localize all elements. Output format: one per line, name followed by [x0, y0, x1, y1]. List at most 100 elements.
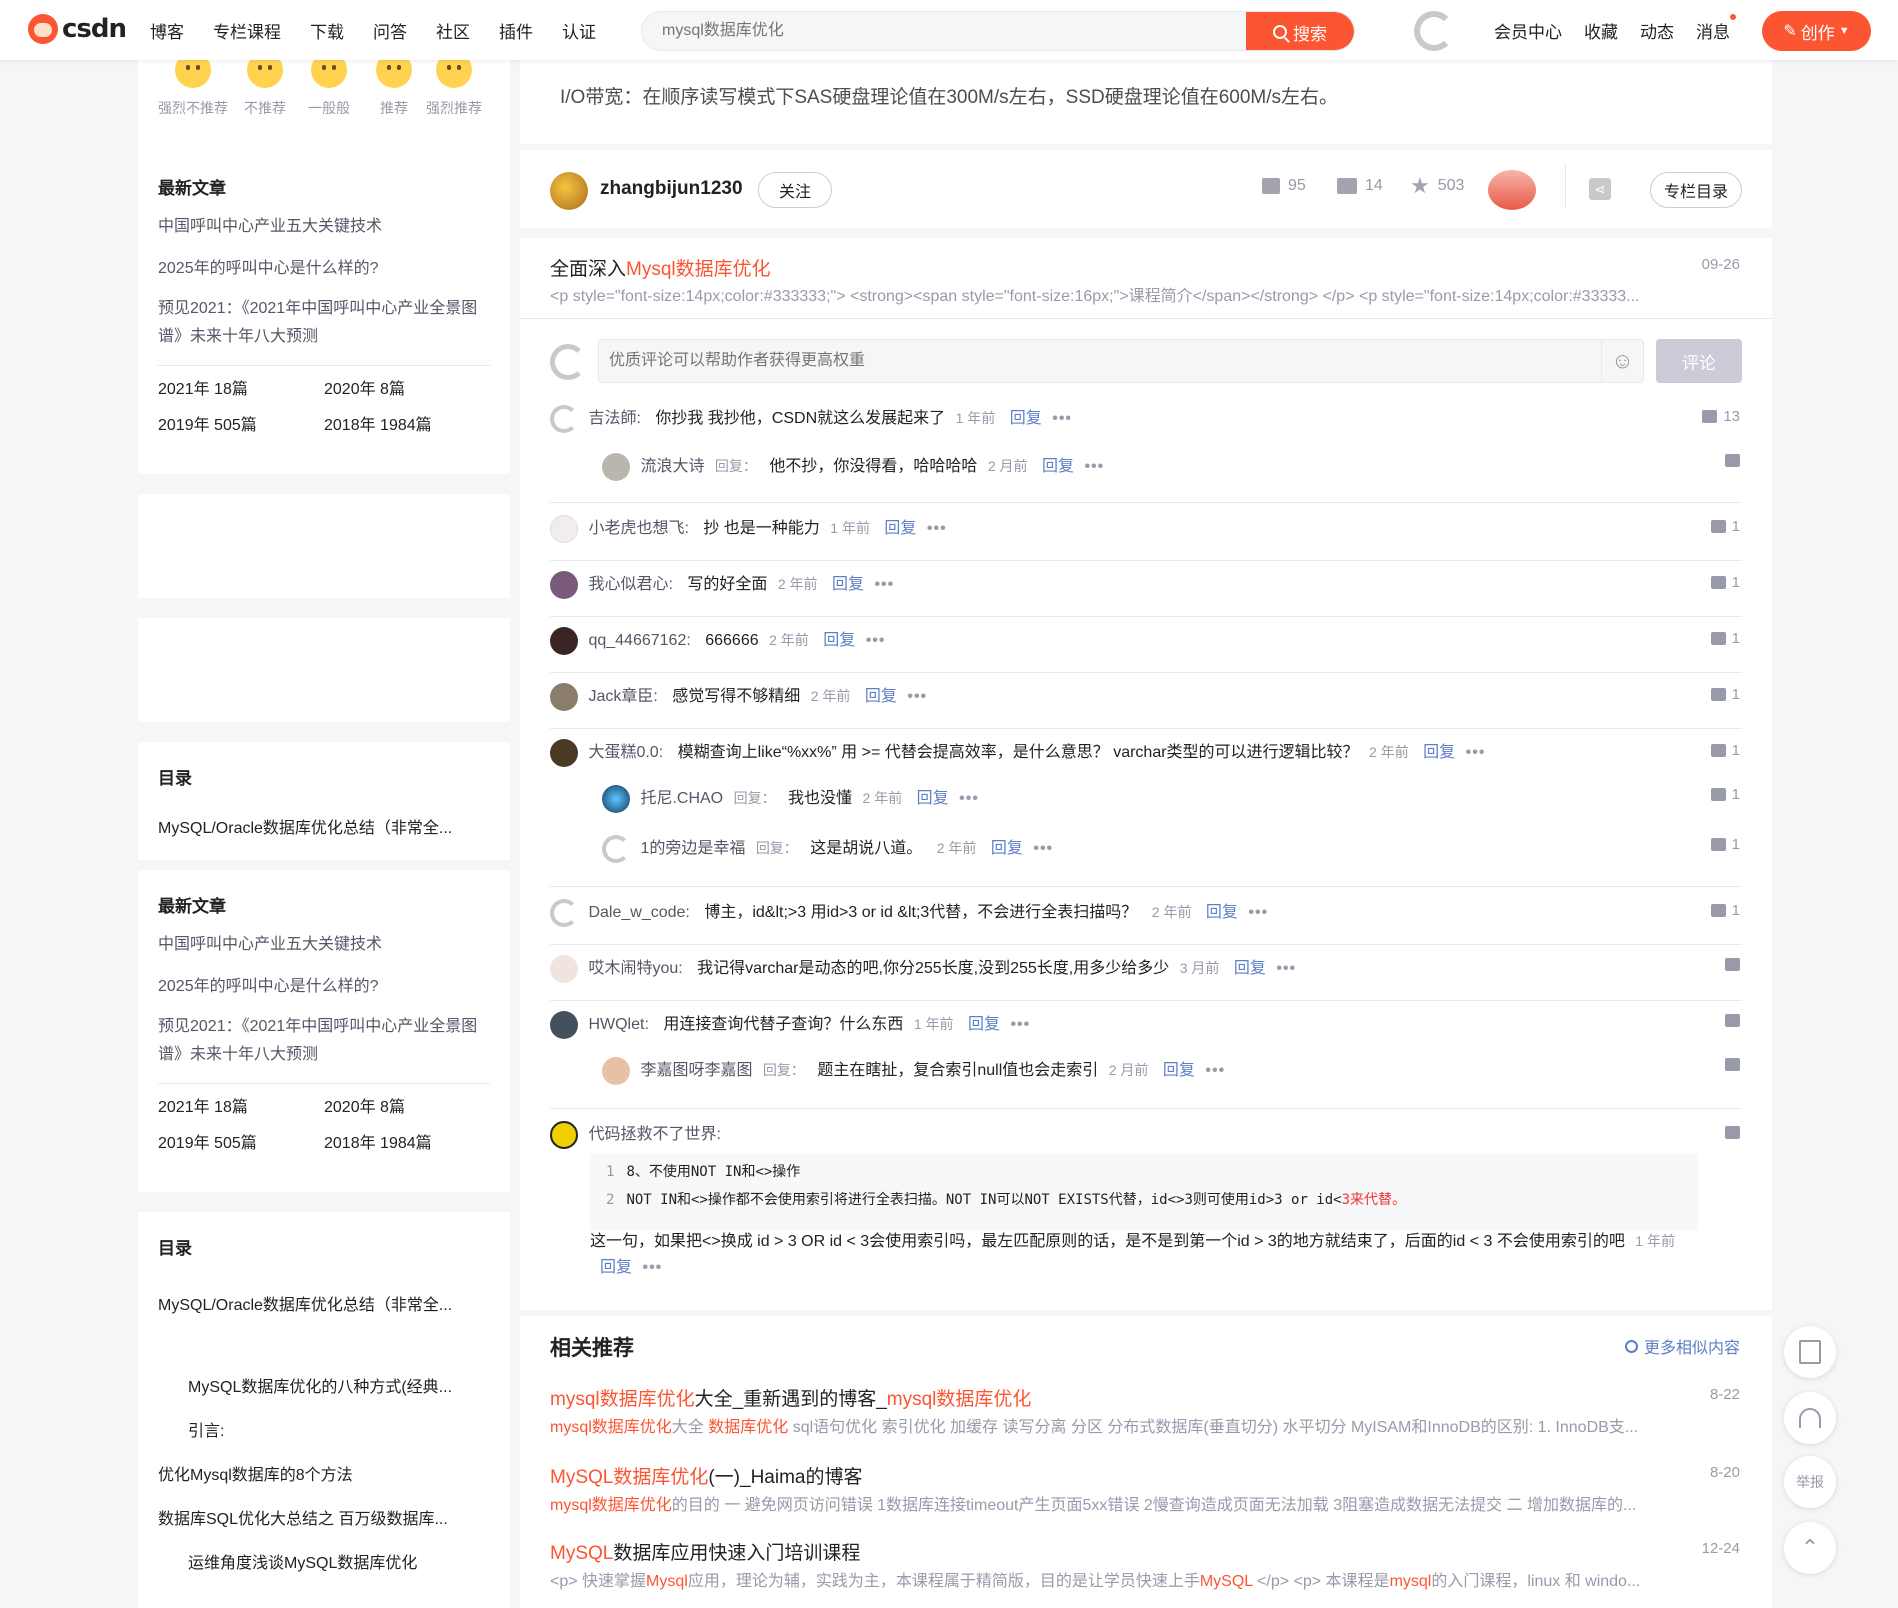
commenter-name[interactable]: Dale_w_code:: [588, 904, 689, 921]
reply-link[interactable]: 回复: [832, 576, 864, 593]
reply-link[interactable]: 回复: [1042, 458, 1074, 475]
comment-like[interactable]: [1725, 1058, 1740, 1071]
back-to-top-icon[interactable]: ⌃: [1784, 1522, 1836, 1574]
toc-item[interactable]: MySQL/Oracle数据库优化总结（非常全...: [158, 1296, 488, 1316]
follow-button[interactable]: 关注: [758, 172, 832, 208]
related-item[interactable]: MySQL数据库应用快速入门培训课程 12-24 <p> 快速掌握Mysql应用…: [550, 1538, 1740, 1591]
recent-item[interactable]: 2025年的呼叫中心是什么样的?: [158, 973, 490, 1001]
commenter-avatar[interactable]: [550, 954, 578, 983]
commenter-avatar[interactable]: [550, 626, 578, 655]
comment-stat[interactable]: 14: [1337, 177, 1383, 195]
toc-item[interactable]: 运维角度浅谈MySQL数据库优化: [188, 1554, 488, 1574]
commenter-name[interactable]: 托尼.CHAO: [640, 790, 723, 807]
more-icon[interactable]: •••: [874, 576, 894, 593]
reply-link[interactable]: 回复: [884, 520, 916, 537]
comment-like[interactable]: [1725, 958, 1740, 971]
commenter-avatar[interactable]: [550, 738, 578, 767]
comment-like[interactable]: 1: [1710, 686, 1740, 703]
messages-link[interactable]: 消息: [1696, 13, 1736, 43]
commenter-avatar[interactable]: [550, 898, 578, 927]
commenter-name[interactable]: qq_44667162:: [588, 632, 690, 649]
recent-item[interactable]: 预见2021：《2021年中国呼叫中心产业全景图谱》未来十年八大预测: [158, 295, 498, 351]
share-icon[interactable]: ⋖: [1589, 178, 1611, 200]
commenter-name[interactable]: 小老虎也想飞:: [588, 520, 688, 537]
commenter-name[interactable]: 哎木闹特you:: [588, 960, 682, 977]
reply-link[interactable]: 回复: [1163, 1062, 1195, 1079]
comment-like[interactable]: 1: [1710, 574, 1740, 591]
commenter-avatar[interactable]: [602, 452, 630, 481]
comment-like[interactable]: [1725, 1014, 1740, 1027]
more-icon[interactable]: •••: [1084, 458, 1104, 475]
more-icon[interactable]: •••: [866, 632, 886, 649]
report-button[interactable]: 举报: [1784, 1456, 1836, 1508]
more-icon[interactable]: •••: [1276, 960, 1296, 977]
comment-like[interactable]: 1: [1710, 630, 1740, 647]
user-avatar-icon[interactable]: [1414, 11, 1454, 51]
commenter-name[interactable]: 代码拯救不了世界:: [588, 1126, 720, 1143]
commenter-name[interactable]: 我心似君心:: [588, 576, 672, 593]
more-related-link[interactable]: 更多相似内容: [1624, 1334, 1740, 1358]
nav-plugin[interactable]: 插件: [499, 18, 533, 43]
comment-like[interactable]: 1: [1710, 902, 1740, 919]
archive-item[interactable]: 2018年 1984篇: [324, 1126, 490, 1162]
commenter-avatar[interactable]: [550, 1120, 578, 1149]
headset-icon[interactable]: [1784, 1392, 1836, 1444]
nav-certification[interactable]: 认证: [562, 18, 596, 43]
reply-link[interactable]: 回复: [823, 632, 855, 649]
more-icon[interactable]: •••: [1466, 744, 1486, 761]
more-icon[interactable]: •••: [959, 790, 979, 807]
comment-like[interactable]: 13: [1702, 408, 1740, 425]
commenter-avatar[interactable]: [602, 834, 630, 863]
more-icon[interactable]: •••: [907, 688, 927, 705]
comment-input[interactable]: [599, 340, 1579, 382]
comment-like[interactable]: 1: [1710, 786, 1740, 803]
reply-link[interactable]: 回复: [1206, 904, 1238, 921]
archive-item[interactable]: 2020年 8篇: [324, 372, 490, 408]
activity-link[interactable]: 动态: [1640, 18, 1674, 43]
commenter-avatar[interactable]: [550, 682, 578, 711]
search-input[interactable]: [642, 12, 1232, 50]
archive-item[interactable]: 2021年 18篇: [158, 1090, 324, 1126]
reply-link[interactable]: 回复: [1423, 744, 1455, 761]
archive-item[interactable]: 2020年 8篇: [324, 1090, 490, 1126]
more-icon[interactable]: •••: [927, 520, 947, 537]
commenter-avatar[interactable]: [602, 784, 630, 813]
rate-strongly-recommend[interactable]: 强烈推荐: [426, 52, 482, 118]
recent-item[interactable]: 2025年的呼叫中心是什么样的?: [158, 255, 490, 283]
nav-column-course[interactable]: 专栏课程: [213, 18, 281, 43]
favorite-stat[interactable]: ★ 503: [1410, 175, 1464, 197]
column-toc-button[interactable]: 专栏目录: [1650, 172, 1742, 208]
commenter-avatar[interactable]: [550, 1010, 578, 1039]
commenter-avatar[interactable]: [550, 570, 578, 599]
recent-item[interactable]: 预见2021：《2021年中国呼叫中心产业全景图谱》未来十年八大预测: [158, 1013, 498, 1069]
reply-link[interactable]: 回复: [917, 790, 949, 807]
commenter-name[interactable]: 大蛋糕0.0:: [588, 744, 663, 761]
comment-like[interactable]: [1725, 454, 1740, 467]
commenter-name[interactable]: 吉法師:: [588, 410, 640, 427]
recent-item[interactable]: 中国呼叫中心产业五大关键技术: [158, 931, 490, 959]
create-button[interactable]: ✎ 创作 ▼: [1762, 11, 1871, 51]
recent-item[interactable]: 中国呼叫中心产业五大关键技术: [158, 213, 490, 241]
commenter-avatar[interactable]: [602, 1056, 630, 1085]
toc-item[interactable]: MySQL/Oracle数据库优化总结（非常全...: [158, 819, 488, 839]
favorites-link[interactable]: 收藏: [1584, 18, 1618, 43]
archive-item[interactable]: 2021年 18篇: [158, 372, 324, 408]
more-icon[interactable]: •••: [1052, 410, 1072, 427]
reply-link[interactable]: 回复: [865, 688, 897, 705]
reward-icon[interactable]: [1488, 170, 1536, 210]
reply-link[interactable]: 回复: [968, 1016, 1000, 1033]
toc-item[interactable]: MySQL数据库优化的八种方式(经典...: [188, 1378, 488, 1398]
search-button[interactable]: 搜索: [1246, 12, 1354, 50]
comment-like[interactable]: 1: [1710, 742, 1740, 759]
comment-like[interactable]: 1: [1710, 518, 1740, 535]
related-item[interactable]: mysql数据库优化大全_重新遇到的博客_mysql数据库优化 8-22 mys…: [550, 1384, 1740, 1437]
toc-item[interactable]: 引言:: [188, 1422, 488, 1442]
archive-item[interactable]: 2018年 1984篇: [324, 408, 490, 444]
archive-item[interactable]: 2019年 505篇: [158, 1126, 324, 1162]
toc-item[interactable]: 优化Mysql数据库的8个方法: [158, 1466, 488, 1486]
commenter-name[interactable]: 1的旁边是幸福: [640, 840, 745, 857]
nav-blog[interactable]: 博客: [150, 18, 184, 43]
toc-item[interactable]: 数据库SQL优化大总结之 百万级数据库...: [158, 1510, 488, 1530]
nav-community[interactable]: 社区: [436, 18, 470, 43]
more-icon[interactable]: •••: [1248, 904, 1268, 921]
